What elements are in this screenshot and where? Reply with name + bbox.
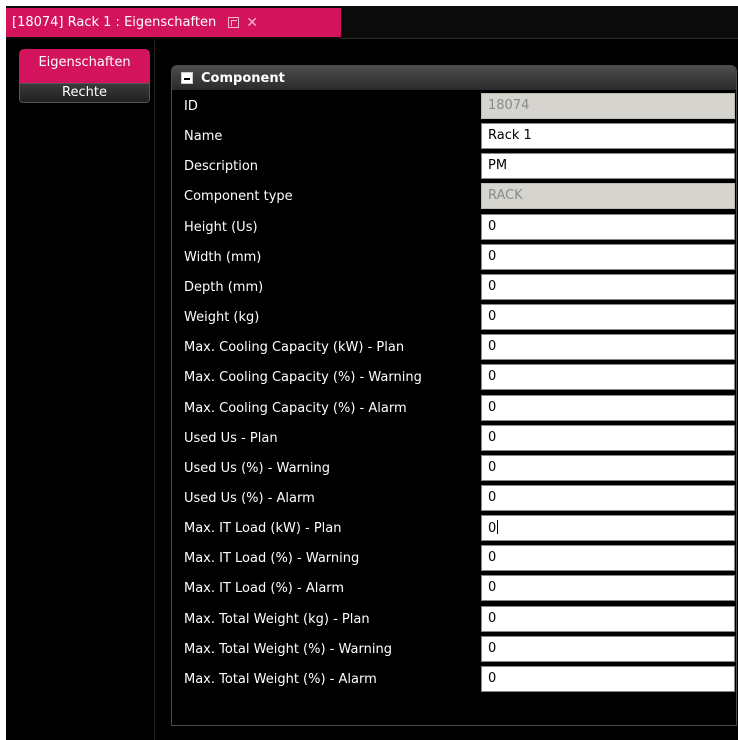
property-row: Weight (kg) 0 [184,303,736,333]
property-value-field[interactable]: 0 [481,273,735,300]
property-row: Used Us (%) - Warning 0 [184,454,736,484]
property-row: Max. Cooling Capacity (%) - Warning 0 [184,363,736,393]
property-value: 0 [488,248,497,264]
property-value: 0 [488,670,497,686]
tab-eigenschaften-label: Eigenschaften [38,55,131,70]
property-value-field[interactable]: 0 [481,364,735,391]
property-label: Max. Total Weight (%) - Alarm [184,671,377,687]
property-value-field[interactable]: 0 [481,545,735,572]
property-value: 0 [488,459,497,475]
property-label: Depth (mm) [184,279,264,295]
property-row: Height (Us) 0 [184,213,736,243]
property-label: Height (Us) [184,219,258,235]
component-panel-header[interactable]: Component [172,66,736,90]
property-row: Max. Cooling Capacity (kW) - Plan 0 [184,333,736,363]
property-label: Name [184,129,223,145]
property-value-field[interactable]: 0 [481,394,735,421]
property-label: Description [184,159,259,175]
property-label: Max. Cooling Capacity (%) - Alarm [184,400,407,416]
property-label: Max. IT Load (%) - Alarm [184,581,345,597]
property-value-field[interactable]: 0 [481,605,735,632]
property-label: Component type [184,189,293,205]
property-row: Max. Total Weight (%) - Alarm 0 [184,665,736,695]
tab-eigenschaften[interactable]: Eigenschaften [19,49,150,83]
property-value-field[interactable]: 0 [481,575,735,602]
property-value-field[interactable]: 0 [481,454,735,481]
property-value: RACK [488,188,523,204]
property-row: Max. Total Weight (kg) - Plan 0 [184,605,736,635]
property-value-field[interactable]: 0 [481,213,735,240]
property-value: 0 [488,521,497,537]
property-label: Used Us (%) - Warning [184,460,330,476]
tab-rechte-label: Rechte [62,85,107,100]
property-row: Width (mm) 0 [184,243,736,273]
property-row: Used Us - Plan 0 [184,424,736,454]
property-value: 0 [488,550,497,566]
component-panel: Component ID 18074 Name Rack 1 Description PM… [171,65,737,726]
property-value: 0 [488,640,497,656]
property-value: Rack 1 [488,128,532,144]
property-row: Description PM [184,152,736,182]
property-row: ID 18074 [184,92,736,122]
property-value: 0 [488,610,497,626]
properties-window: [18074] Rack 1 : Eigenschaften ✕ Eigensc… [6,6,738,740]
property-label: ID [184,99,198,114]
property-row: Used Us (%) - Alarm 0 [184,484,736,514]
property-value-field[interactable]: 0 [481,424,735,451]
close-icon[interactable]: ✕ [246,16,258,30]
property-row: Depth (mm) 0 [184,273,736,303]
property-row: Max. IT Load (kW) - Plan 0 [184,514,736,544]
property-label: Max. Cooling Capacity (%) - Warning [184,370,422,386]
property-value: 0 [488,339,497,355]
property-value-field[interactable]: Rack 1 [481,123,735,150]
tab-rechte[interactable]: Rechte [19,83,150,103]
property-value-field[interactable]: 0 [481,515,735,542]
component-panel-title: Component [201,70,285,86]
property-label: Used Us - Plan [184,430,278,446]
property-value-field[interactable]: 0 [481,635,735,662]
property-value-field: RACK [481,183,735,210]
property-value-field[interactable]: 0 [481,665,735,692]
property-row: Max. Cooling Capacity (%) - Alarm 0 [184,394,736,424]
property-value: 0 [488,369,497,385]
property-value-field[interactable]: 0 [481,334,735,361]
property-label: Max. IT Load (kW) - Plan [184,521,342,537]
collapse-icon[interactable] [181,72,193,84]
property-value: 0 [488,489,497,505]
pin-icon[interactable] [228,17,240,28]
property-value: 0 [488,429,497,445]
property-row: Max. IT Load (%) - Alarm 0 [184,574,736,604]
property-value-field[interactable]: 0 [481,484,735,511]
property-label: Max. Total Weight (%) - Warning [184,641,392,657]
property-value-field[interactable]: 0 [481,243,735,270]
property-value: 0 [488,399,497,415]
property-value: 0 [488,309,497,325]
text-caret [497,520,499,535]
property-value-field[interactable]: PM [481,153,735,180]
property-value: 0 [488,278,497,294]
property-value: 0 [488,580,497,596]
document-tab[interactable]: [18074] Rack 1 : Eigenschaften ✕ [6,8,341,37]
document-tab-bar: [18074] Rack 1 : Eigenschaften ✕ [6,6,738,39]
property-value-field: 18074 [481,93,735,119]
property-label: Width (mm) [184,249,262,265]
property-label: Weight (kg) [184,310,260,326]
property-row: Max. IT Load (%) - Warning 0 [184,544,736,574]
property-label: Max. Total Weight (kg) - Plan [184,611,370,627]
property-label: Max. Cooling Capacity (kW) - Plan [184,340,405,356]
property-row: Max. Total Weight (%) - Warning 0 [184,635,736,665]
property-label: Max. IT Load (%) - Warning [184,551,360,567]
property-value: 0 [488,218,497,234]
property-value-field[interactable]: 0 [481,304,735,331]
property-value: 18074 [488,98,530,113]
property-value: PM [488,158,508,174]
property-row: Component type RACK [184,182,736,212]
property-label: Used Us (%) - Alarm [184,490,315,506]
property-row: Name Rack 1 [184,122,736,152]
document-tab-title: [18074] Rack 1 : Eigenschaften [12,15,217,30]
sidebar-divider [154,39,155,740]
tab-bar-divider [341,38,738,39]
